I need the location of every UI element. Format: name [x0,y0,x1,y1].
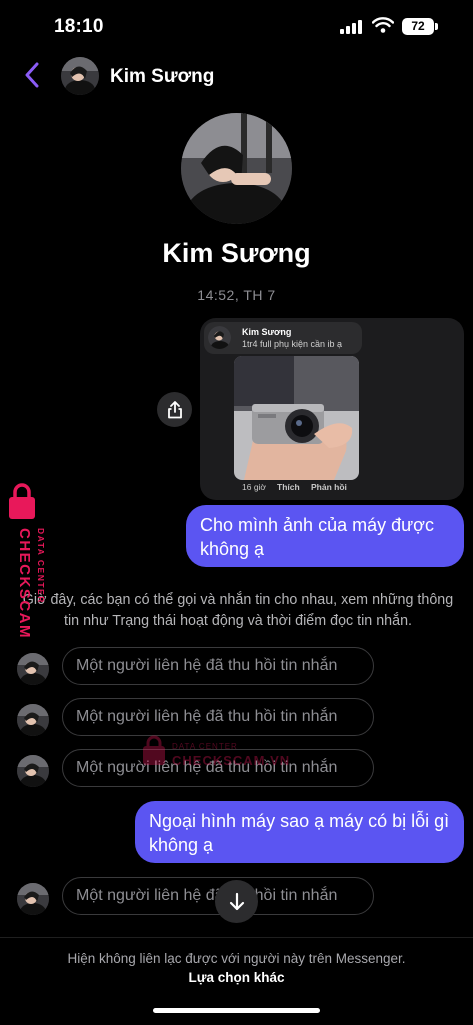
timestamp: 14:52, TH 7 [197,287,276,303]
recalled-message: Một người liên hệ đã thu hồi tin nhắn [62,698,374,736]
svg-text:DATA CENTER: DATA CENTER [172,742,238,751]
contact-avatar[interactable] [17,704,49,736]
unavailable-notice: Hiện không liên lạc được với người này t… [67,951,406,966]
share-icon [167,400,182,418]
profile-name: Kim Sương [162,238,311,268]
other-options-link[interactable]: Lựa chọn khác [0,970,473,985]
shared-post-age: 16 giờ [242,482,267,492]
shared-post-author: Kim Sương [242,327,292,337]
battery-icon: 72 [402,18,434,35]
camera-photo[interactable] [234,356,359,480]
shared-post-caption: 1tr4 full phụ kiện cần ib ạ [242,339,343,349]
svg-text:CHECKSCAM.VN: CHECKSCAM.VN [16,528,33,640]
contact-avatar[interactable] [17,883,49,915]
svg-text:DATA CENTER: DATA CENTER [36,528,46,604]
recalled-message: Một người liên hệ đã thu hồi tin nhắn [62,647,374,685]
svg-text:CHECKSCAM.VN: CHECKSCAM.VN [172,753,290,768]
info-notice: Giờ đây, các bạn có thể gọi và nhắn tin … [22,592,454,629]
arrow-down-icon [229,892,244,910]
header-avatar[interactable] [61,57,99,95]
contact-avatar[interactable] [17,653,49,685]
outgoing-message[interactable]: Cho mình ảnh của máy được không ạ [186,505,464,567]
header-contact-name[interactable]: Kim Sương [110,66,214,88]
watermark-faded: DATA CENTER CHECKSCAM.VN [140,735,300,780]
profile-avatar[interactable] [181,113,292,224]
battery-nub [435,23,438,30]
shared-post-avatar [208,326,231,349]
wifi-icon [371,17,395,38]
back-chevron-icon[interactable] [22,62,42,93]
share-button[interactable] [157,392,192,427]
outgoing-message[interactable]: Ngoại hình máy sao ạ máy có bị lỗi gì kh… [135,801,464,863]
status-time: 18:10 [54,16,104,37]
lock-icon [9,483,35,519]
contact-avatar[interactable] [17,755,49,787]
reply-button[interactable]: Phản hồi [311,482,347,492]
signal-icon [340,20,362,34]
watermark-logo: CHECKSCAM.VN DATA CENTER [6,480,50,669]
scroll-down-button[interactable] [215,880,258,923]
home-indicator[interactable] [153,1008,320,1013]
like-button[interactable]: Thích [277,482,300,492]
